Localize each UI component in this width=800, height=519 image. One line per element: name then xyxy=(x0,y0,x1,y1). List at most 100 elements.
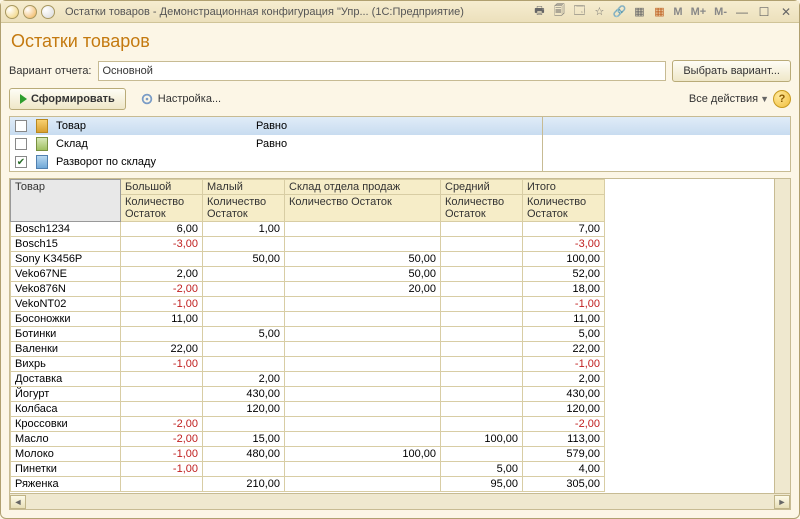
cell-value xyxy=(441,402,523,417)
cell-value: 210,00 xyxy=(203,477,285,492)
cell-value xyxy=(203,297,285,312)
filter-condition: Равно xyxy=(252,137,542,151)
horizontal-scrollbar[interactable]: ◄ ► xyxy=(10,493,790,509)
table-row[interactable]: Вихрь-1,00-1,00 xyxy=(11,357,791,372)
filter-row[interactable]: ✔Разворот по складу xyxy=(10,153,790,171)
table-row[interactable]: Ботинки5,005,00 xyxy=(11,327,791,342)
filter-condition: Равно xyxy=(252,119,542,133)
filter-value[interactable] xyxy=(542,117,790,135)
titlebar: Остатки товаров - Демонстрационная конфи… xyxy=(1,1,799,23)
filter-grid: ТоварРавноСкладРавно✔Разворот по складу xyxy=(9,116,791,172)
table-row[interactable]: Ряженка210,0095,00305,00 xyxy=(11,477,791,492)
table-row[interactable]: Доставка2,002,00 xyxy=(11,372,791,387)
cell-value xyxy=(441,237,523,252)
filter-checkbox[interactable]: ✔ xyxy=(15,156,27,168)
table-row[interactable]: Масло-2,0015,00100,00113,00 xyxy=(11,432,791,447)
app-icon xyxy=(5,5,19,19)
filter-checkbox[interactable] xyxy=(15,138,27,150)
help-button[interactable]: ? xyxy=(773,90,791,108)
link-icon[interactable]: 🔗 xyxy=(611,4,627,20)
calc-icon[interactable]: ▦ xyxy=(631,4,647,20)
filter-row[interactable]: ТоварРавно xyxy=(10,117,790,135)
vertical-scrollbar[interactable] xyxy=(774,179,790,493)
column-subheader: Количество Остаток xyxy=(121,195,203,222)
tool-icon[interactable]: 🗐 xyxy=(551,4,567,20)
column-header[interactable]: Итого xyxy=(523,180,605,195)
table-row[interactable]: Молоко-1,00480,00100,00579,00 xyxy=(11,447,791,462)
cell-value xyxy=(203,267,285,282)
table-row[interactable]: Кроссовки-2,00-2,00 xyxy=(11,417,791,432)
column-header[interactable]: Склад отдела продаж xyxy=(285,180,441,195)
table-row[interactable]: Колбаса120,00120,00 xyxy=(11,402,791,417)
all-actions-label: Все действия xyxy=(689,93,758,105)
cell-value xyxy=(203,357,285,372)
filter-checkbox[interactable] xyxy=(15,120,27,132)
cell-value: 113,00 xyxy=(523,432,605,447)
chevron-down-icon: ▼ xyxy=(760,94,769,104)
variant-input[interactable] xyxy=(98,61,667,81)
cell-value: 22,00 xyxy=(121,342,203,357)
maximize-button[interactable]: ☐ xyxy=(755,5,773,19)
calendar-icon[interactable]: ▦ xyxy=(651,4,667,20)
cell-value xyxy=(285,237,441,252)
form-report-label: Сформировать xyxy=(31,93,115,105)
cell-value: 100,00 xyxy=(285,447,441,462)
table-row[interactable]: Босоножки11,0011,00 xyxy=(11,312,791,327)
filter-row[interactable]: СкладРавно xyxy=(10,135,790,153)
table-row[interactable]: Veko67NE2,0050,0052,00 xyxy=(11,267,791,282)
table-row[interactable]: Veko876N-2,0020,0018,00 xyxy=(11,282,791,297)
table-row[interactable]: Пинетки-1,005,004,00 xyxy=(11,462,791,477)
tool-icon[interactable]: 🗔 xyxy=(571,4,587,20)
print-icon[interactable]: 🖶 xyxy=(531,4,547,20)
cell-value: 95,00 xyxy=(441,477,523,492)
row-name: Veko876N xyxy=(11,282,121,297)
cell-value: 11,00 xyxy=(523,312,605,327)
filter-name: Товар xyxy=(52,119,252,133)
scroll-left-button[interactable]: ◄ xyxy=(10,495,26,509)
row-name: Bosch15 xyxy=(11,237,121,252)
table-row[interactable]: Sony K3456P50,0050,00100,00 xyxy=(11,252,791,267)
star-icon[interactable]: ☆ xyxy=(591,4,607,20)
column-header[interactable]: Средний xyxy=(441,180,523,195)
mem-minus-button[interactable]: M- xyxy=(712,6,729,18)
cell-value xyxy=(441,342,523,357)
minimize-button[interactable]: — xyxy=(733,5,751,19)
row-name: Доставка xyxy=(11,372,121,387)
column-header[interactable]: Малый xyxy=(203,180,285,195)
column-header-tovar[interactable]: Товар xyxy=(11,180,121,222)
cell-value xyxy=(121,327,203,342)
titlebar-button[interactable] xyxy=(41,5,55,19)
cell-value: 52,00 xyxy=(523,267,605,282)
cell-value xyxy=(441,417,523,432)
cell-value xyxy=(285,477,441,492)
scroll-right-button[interactable]: ► xyxy=(774,495,790,509)
titlebar-button[interactable] xyxy=(23,5,37,19)
table-row[interactable]: Валенки22,0022,00 xyxy=(11,342,791,357)
cell-value xyxy=(285,432,441,447)
cell-value: 50,00 xyxy=(203,252,285,267)
cell-value xyxy=(203,462,285,477)
row-name: Ряженка xyxy=(11,477,121,492)
play-icon xyxy=(20,94,27,104)
all-actions-button[interactable]: Все действия▼ xyxy=(689,93,769,105)
cell-value xyxy=(441,297,523,312)
cell-value: 1,00 xyxy=(203,222,285,237)
table-row[interactable]: Йогурт430,00430,00 xyxy=(11,387,791,402)
filter-value[interactable] xyxy=(542,153,790,171)
form-report-button[interactable]: Сформировать xyxy=(9,88,126,110)
row-name: Вихрь xyxy=(11,357,121,372)
cell-value xyxy=(121,402,203,417)
settings-button[interactable]: Настройка... xyxy=(130,88,231,110)
gear-icon xyxy=(140,92,154,106)
mem-plus-button[interactable]: M+ xyxy=(689,6,709,18)
filter-value[interactable] xyxy=(542,135,790,153)
cell-value: -2,00 xyxy=(121,417,203,432)
column-header[interactable]: Большой xyxy=(121,180,203,195)
mem-button[interactable]: M xyxy=(671,6,684,18)
select-variant-button[interactable]: Выбрать вариант... xyxy=(672,60,791,82)
cell-value: 11,00 xyxy=(121,312,203,327)
table-row[interactable]: Bosch12346,001,007,00 xyxy=(11,222,791,237)
table-row[interactable]: Bosch15-3,00-3,00 xyxy=(11,237,791,252)
table-row[interactable]: VekoNT02-1,00-1,00 xyxy=(11,297,791,312)
close-button[interactable]: ✕ xyxy=(777,5,795,19)
